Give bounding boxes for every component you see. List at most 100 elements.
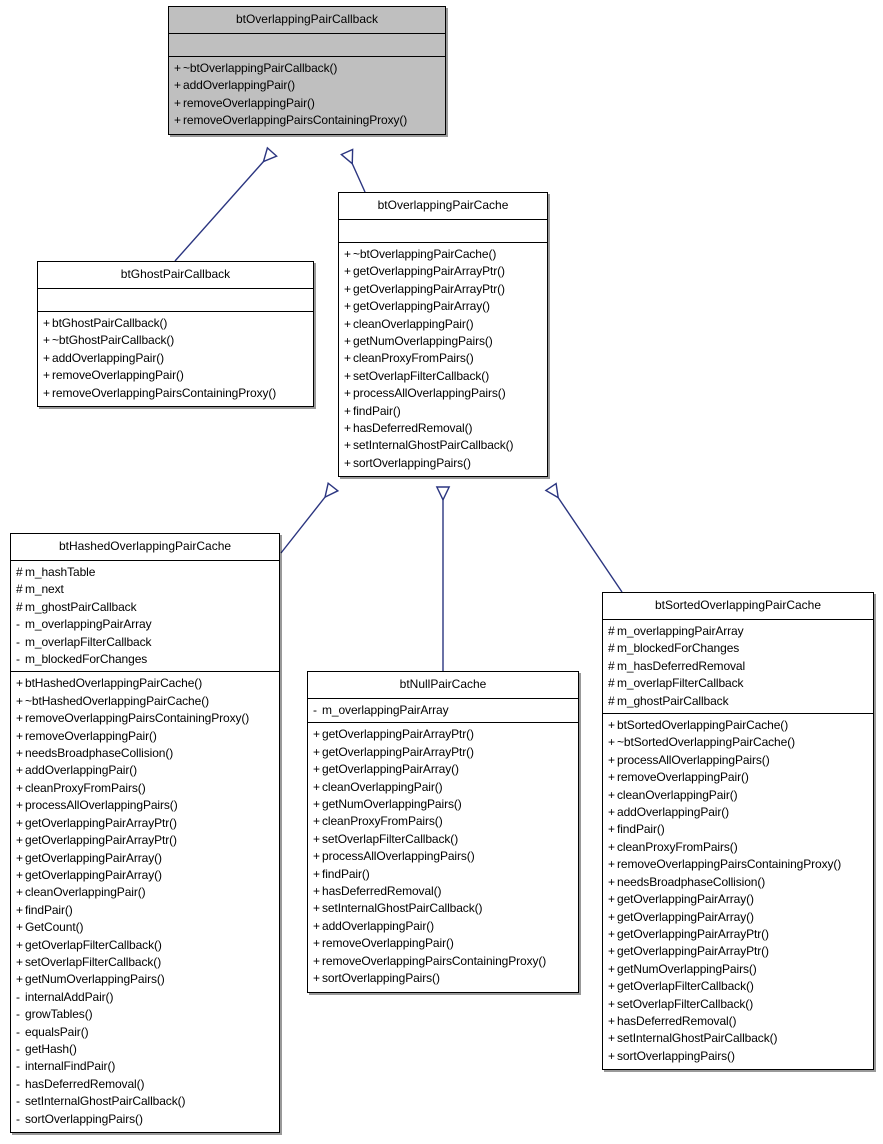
- class-attributes-compartment: [38, 289, 313, 312]
- visibility-marker: #: [16, 582, 23, 597]
- visibility-marker: +: [43, 368, 50, 383]
- visibility-marker: +: [43, 350, 50, 365]
- visibility-marker: +: [16, 728, 23, 743]
- member-label: hasDeferredRemoval(): [25, 1076, 145, 1091]
- visibility-marker: +: [16, 815, 23, 830]
- member-label: setInternalGhostPairCallback(): [322, 901, 483, 916]
- class-attribute: # m_blockedForChanges: [608, 640, 871, 657]
- visibility-marker: +: [16, 798, 23, 813]
- class-operation: + sortOverlappingPairs(): [608, 1048, 871, 1065]
- inheritance-arrow-btHashedOverlappingPairCache: [280, 487, 333, 554]
- visibility-marker: +: [16, 833, 23, 848]
- visibility-marker: +: [608, 926, 615, 941]
- member-label: findPair(): [353, 403, 401, 418]
- class-attribute: # m_ghostPairCallback: [608, 693, 871, 710]
- visibility-marker: +: [313, 779, 320, 794]
- class-operation: + cleanOverlappingPair(): [313, 779, 576, 796]
- member-label: findPair(): [25, 902, 73, 917]
- visibility-marker: -: [16, 617, 20, 632]
- visibility-marker: +: [16, 676, 23, 691]
- member-label: m_overlappingPairArray: [617, 624, 744, 638]
- class-operation: + findPair(): [313, 866, 576, 883]
- member-label: removeOverlappingPairsContainingProxy(): [25, 711, 250, 726]
- visibility-marker: +: [608, 718, 615, 733]
- member-label: cleanOverlappingPair(): [617, 787, 738, 802]
- class-operations-compartment: + ~btOverlappingPairCache() + getOverlappin…: [339, 243, 547, 476]
- member-label: getNumOverlappingPairs(): [353, 334, 493, 349]
- visibility-marker: -: [16, 1076, 20, 1091]
- class-box-btOverlappingPairCallback[interactable]: btOverlappingPairCallback + ~btOverlapping…: [168, 6, 446, 135]
- visibility-marker: +: [174, 61, 181, 75]
- visibility-marker: +: [313, 814, 320, 829]
- member-label: getOverlappingPairArrayPtr(): [322, 744, 474, 759]
- class-attributes-compartment: - m_overlappingPairArray: [308, 699, 578, 724]
- visibility-marker: +: [344, 421, 351, 436]
- visibility-marker: +: [608, 752, 615, 767]
- visibility-marker: +: [313, 727, 320, 742]
- member-label: btSortedOverlappingPairCache(): [617, 718, 789, 733]
- member-label: setInternalGhostPairCallback(): [617, 1031, 778, 1046]
- visibility-marker: -: [16, 634, 20, 649]
- class-attribute: - m_overlappingPairArray: [313, 702, 576, 719]
- class-operation: + removeOverlappingPairsContainingProxy(): [174, 112, 443, 129]
- class-operation: + setInternalGhostPairCallback(): [344, 437, 545, 454]
- member-label: m_ghostPairCallback: [25, 599, 137, 614]
- visibility-marker: -: [16, 1059, 20, 1074]
- visibility-marker: +: [608, 822, 615, 837]
- visibility-marker: +: [313, 744, 320, 759]
- class-box-btOverlappingPairCache[interactable]: btOverlappingPairCache + ~btOverlappingPai…: [338, 192, 548, 478]
- member-label: hasDeferredRemoval(): [322, 884, 442, 899]
- visibility-marker: -: [16, 1041, 20, 1056]
- visibility-marker: +: [608, 1031, 615, 1046]
- visibility-marker: +: [313, 866, 320, 881]
- class-operation: + sortOverlappingPairs(): [313, 970, 576, 987]
- visibility-marker: +: [16, 693, 23, 708]
- member-label: addOverlappingPair(): [183, 78, 296, 93]
- class-operation: + getOverlappingPairArray(): [608, 891, 871, 908]
- member-label: addOverlappingPair(): [25, 763, 138, 778]
- class-name-btOverlappingPairCache: btOverlappingPairCache: [339, 193, 547, 220]
- class-attribute: # m_hashTable: [16, 564, 277, 581]
- member-label: cleanOverlappingPair(): [353, 316, 474, 331]
- visibility-marker: +: [16, 885, 23, 900]
- member-label: growTables(): [25, 1007, 93, 1022]
- class-operation: + setInternalGhostPairCallback(): [313, 900, 576, 917]
- visibility-marker: +: [608, 944, 615, 959]
- member-label: sortOverlappingPairs(): [617, 1048, 735, 1063]
- class-operation: + sortOverlappingPairs(): [344, 455, 545, 472]
- class-operation: + findPair(): [608, 821, 871, 838]
- inheritance-arrow-btGhostPairCallback: [174, 152, 272, 262]
- class-box-btSortedOverlappingPairCache[interactable]: btSortedOverlappingPairCache # m_overlappi…: [602, 592, 874, 1071]
- visibility-marker: +: [16, 711, 23, 726]
- class-box-btHashedOverlappingPairCache[interactable]: btHashedOverlappingPairCache # m_hashTable…: [10, 533, 280, 1133]
- member-label: ~btGhostPairCallback(): [52, 333, 175, 348]
- class-operation: + cleanProxyFromPairs(): [16, 780, 277, 797]
- member-label: m_ghostPairCallback: [617, 693, 729, 708]
- member-label: GetCount(): [25, 920, 84, 935]
- member-label: cleanProxyFromPairs(): [617, 839, 738, 854]
- member-label: getOverlappingPairArrayPtr(): [353, 264, 505, 279]
- member-label: addOverlappingPair(): [52, 350, 165, 365]
- member-label: setInternalGhostPairCallback(): [353, 438, 514, 453]
- member-label: processAllOverlappingPairs(): [25, 798, 178, 813]
- class-operation: + getOverlappingPairArrayPtr(): [16, 832, 277, 849]
- visibility-marker: +: [344, 438, 351, 453]
- member-label: getOverlappingPairArray(): [617, 909, 754, 924]
- visibility-marker: +: [344, 403, 351, 418]
- member-label: getOverlappingPairArray(): [617, 892, 754, 907]
- class-operations-compartment: + btHashedOverlappingPairCache() + ~btHashe…: [11, 672, 279, 1132]
- class-operation: + btSortedOverlappingPairCache(): [608, 717, 871, 734]
- visibility-marker: +: [313, 901, 320, 916]
- class-operation: + processAllOverlappingPairs(): [313, 848, 576, 865]
- member-label: internalFindPair(): [25, 1059, 116, 1074]
- member-label: findPair(): [617, 822, 665, 837]
- class-operation: + ~btOverlappingPairCallback(): [174, 60, 443, 77]
- class-operation: - setInternalGhostPairCallback(): [16, 1093, 277, 1110]
- member-label: getOverlappingPairArrayPtr(): [353, 281, 505, 296]
- class-name-btGhostPairCallback: btGhostPairCallback: [38, 262, 313, 289]
- class-box-btNullPairCache[interactable]: btNullPairCache - m_overlappingPairArray + g…: [307, 671, 579, 993]
- class-operation: + addOverlappingPair(): [43, 350, 311, 367]
- member-label: setOverlapFilterCallback(): [322, 831, 459, 846]
- class-box-btGhostPairCallback[interactable]: btGhostPairCallback + btGhostPairCallback(…: [37, 261, 314, 408]
- visibility-marker: +: [16, 954, 23, 969]
